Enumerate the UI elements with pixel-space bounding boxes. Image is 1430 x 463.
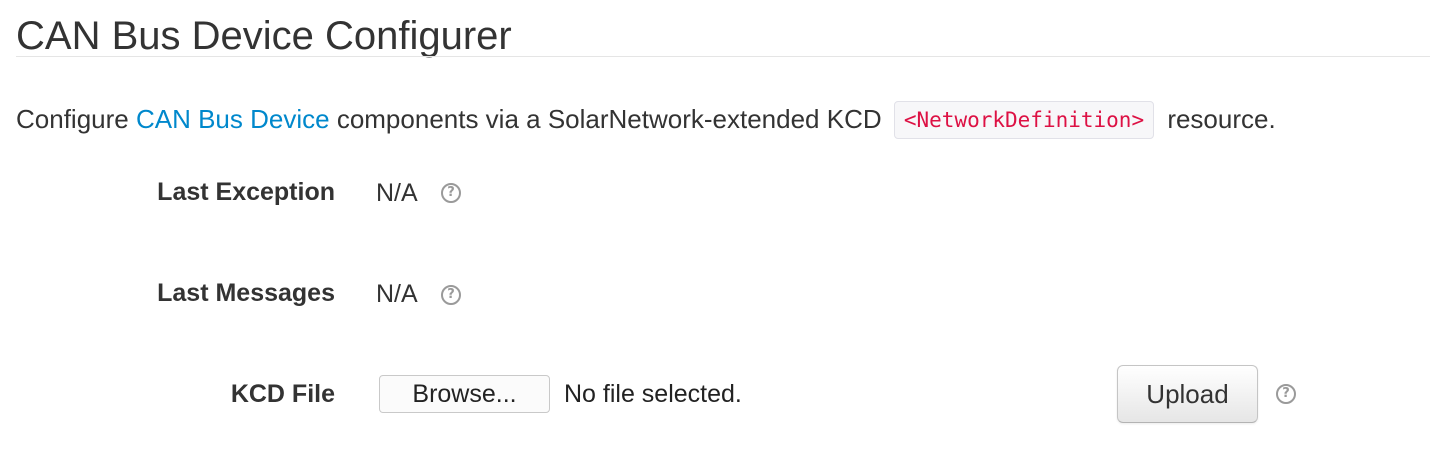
question-circle-icon[interactable]: ? [441, 183, 461, 203]
last-messages-label: Last Messages [157, 279, 335, 307]
intro-prefix: Configure [16, 104, 136, 134]
page-title: CAN Bus Device Configurer [16, 14, 512, 58]
browse-button[interactable]: Browse... [379, 375, 550, 413]
upload-button[interactable]: Upload [1117, 365, 1258, 423]
last-exception-value: N/A [376, 179, 418, 207]
title-divider [16, 56, 1430, 57]
last-messages-value: N/A [376, 280, 418, 308]
last-exception-label: Last Exception [157, 178, 335, 206]
question-circle-icon[interactable]: ? [441, 285, 461, 305]
question-circle-icon[interactable]: ? [1276, 384, 1296, 404]
page: CAN Bus Device Configurer Configure CAN … [0, 0, 1430, 463]
kcd-file-label: KCD File [230, 380, 335, 408]
intro-text: Configure CAN Bus Device components via … [16, 99, 1276, 139]
intro-middle: components via a SolarNetwork-extended K… [329, 104, 889, 134]
can-bus-device-link[interactable]: CAN Bus Device [136, 104, 330, 134]
intro-suffix: resource. [1160, 104, 1276, 134]
file-status-text: No file selected. [564, 380, 742, 408]
network-definition-code: <NetworkDefinition> [893, 101, 1155, 139]
